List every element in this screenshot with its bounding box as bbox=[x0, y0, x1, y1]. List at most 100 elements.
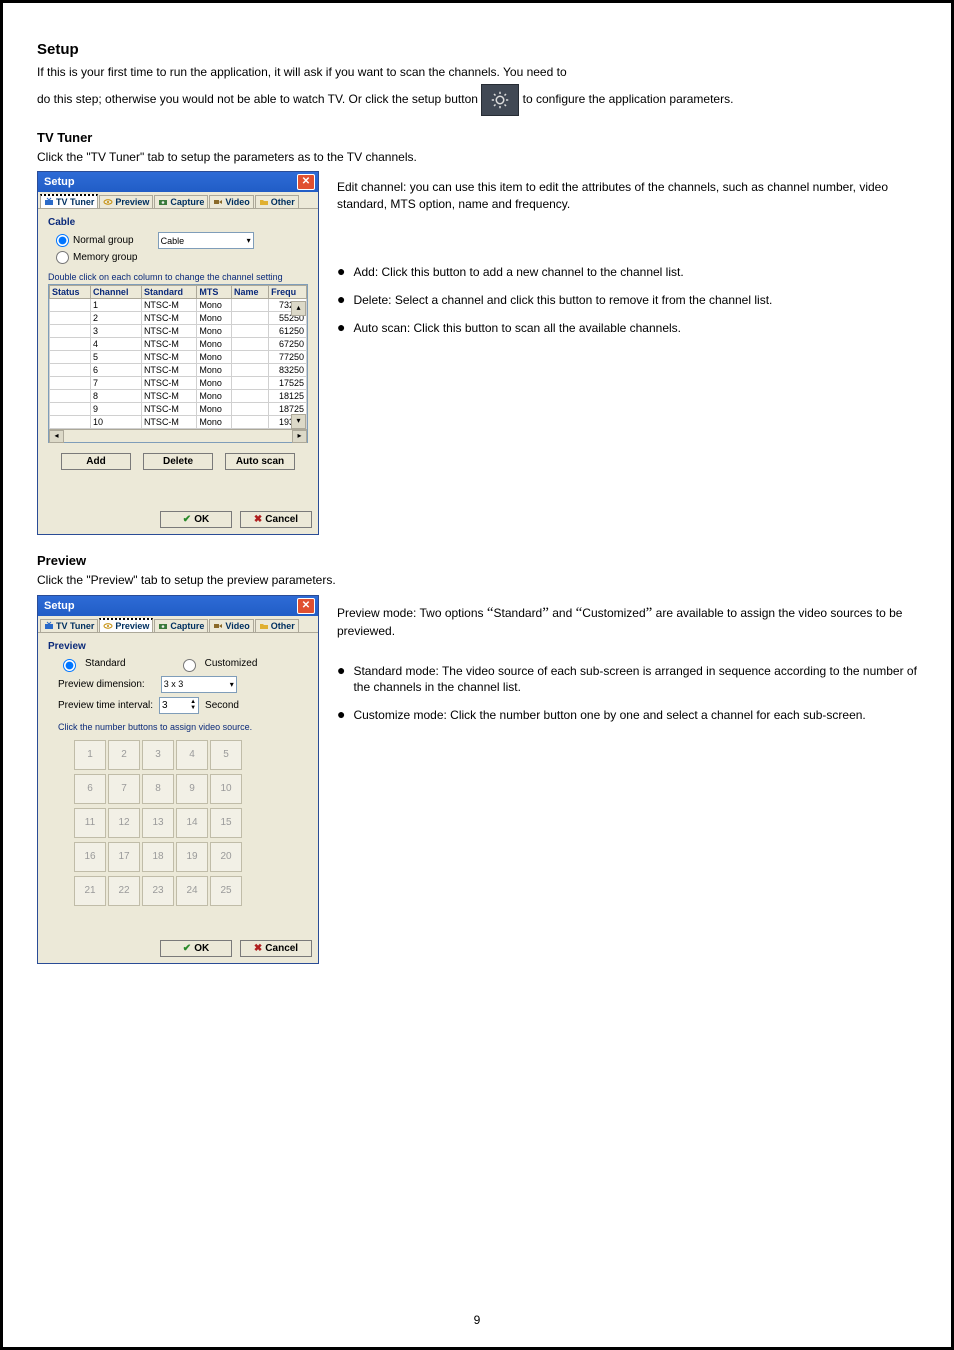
preview-cell[interactable]: 25 bbox=[210, 876, 242, 906]
radio-memory-group[interactable] bbox=[56, 251, 69, 264]
cell[interactable]: NTSC-M bbox=[141, 403, 196, 416]
cell[interactable] bbox=[231, 377, 268, 390]
preview-cell[interactable]: 1 bbox=[74, 740, 106, 770]
cell[interactable]: 3 bbox=[90, 325, 141, 338]
col-channel[interactable]: Channel bbox=[90, 286, 141, 299]
col-status[interactable]: Status bbox=[50, 286, 91, 299]
preview-cell[interactable]: 17 bbox=[108, 842, 140, 872]
preview-cell[interactable]: 3 bbox=[142, 740, 174, 770]
cell[interactable]: Mono bbox=[197, 403, 232, 416]
cell[interactable]: Mono bbox=[197, 325, 232, 338]
table-row[interactable]: 3NTSC-MMono 61250 bbox=[50, 325, 307, 338]
cell[interactable]: Mono bbox=[197, 351, 232, 364]
preview-cell[interactable]: 22 bbox=[108, 876, 140, 906]
interval-spinner[interactable]: 3 ▲▼ bbox=[159, 697, 199, 714]
preview-cell[interactable]: 12 bbox=[108, 808, 140, 838]
table-row[interactable]: 1NTSC-MMono73250 bbox=[50, 299, 307, 312]
channel-table[interactable]: Status Channel Standard MTS Name Frequ 1… bbox=[49, 285, 307, 429]
col-mts[interactable]: MTS bbox=[197, 286, 232, 299]
cell[interactable]: Mono bbox=[197, 377, 232, 390]
tab-tv-tuner[interactable]: TV Tuner bbox=[40, 619, 98, 632]
radio-standard[interactable] bbox=[63, 659, 76, 672]
table-row[interactable]: 5NTSC-MMono77250 bbox=[50, 351, 307, 364]
scroll-left[interactable]: ◂ bbox=[49, 430, 64, 443]
preview-cell[interactable]: 13 bbox=[142, 808, 174, 838]
cell[interactable] bbox=[50, 338, 91, 351]
cell[interactable]: NTSC-M bbox=[141, 364, 196, 377]
cell[interactable]: Mono bbox=[197, 312, 232, 325]
delete-button[interactable]: Delete bbox=[143, 453, 213, 470]
cell[interactable]: NTSC-M bbox=[141, 325, 196, 338]
preview-cell[interactable]: 14 bbox=[176, 808, 208, 838]
tab-capture[interactable]: Capture bbox=[154, 619, 208, 632]
cell[interactable]: Mono bbox=[197, 364, 232, 377]
cell[interactable]: 5 bbox=[90, 351, 141, 364]
preview-cell[interactable]: 4 bbox=[176, 740, 208, 770]
cell[interactable]: NTSC-M bbox=[141, 377, 196, 390]
tab-video[interactable]: Video bbox=[209, 619, 253, 632]
table-row[interactable]: 9NTSC-MMono18725 bbox=[50, 403, 307, 416]
preview-cell[interactable]: 7 bbox=[108, 774, 140, 804]
close-icon[interactable]: ✕ bbox=[297, 598, 315, 614]
cell[interactable] bbox=[50, 351, 91, 364]
cell[interactable]: 83250 bbox=[269, 364, 307, 377]
col-standard[interactable]: Standard bbox=[141, 286, 196, 299]
preview-cell[interactable]: 10 bbox=[210, 774, 242, 804]
cell[interactable] bbox=[50, 377, 91, 390]
cell[interactable]: 8 bbox=[90, 390, 141, 403]
cell[interactable] bbox=[231, 338, 268, 351]
cell[interactable]: 61250 bbox=[269, 325, 307, 338]
scroll-right[interactable]: ▸ bbox=[292, 430, 307, 443]
cell[interactable] bbox=[50, 325, 91, 338]
cell[interactable] bbox=[50, 416, 91, 429]
cell[interactable]: 10 bbox=[90, 416, 141, 429]
preview-cell[interactable]: 19 bbox=[176, 842, 208, 872]
preview-cell[interactable]: 8 bbox=[142, 774, 174, 804]
cell[interactable]: NTSC-M bbox=[141, 390, 196, 403]
cell[interactable] bbox=[50, 312, 91, 325]
cell[interactable]: 7 bbox=[90, 377, 141, 390]
cell[interactable]: NTSC-M bbox=[141, 299, 196, 312]
cell[interactable]: 4 bbox=[90, 338, 141, 351]
cell[interactable] bbox=[231, 364, 268, 377]
preview-cell[interactable]: 23 bbox=[142, 876, 174, 906]
scroll-down[interactable]: ▾ bbox=[291, 414, 306, 429]
cell[interactable]: NTSC-M bbox=[141, 338, 196, 351]
preview-cell[interactable]: 16 bbox=[74, 842, 106, 872]
radio-customized[interactable] bbox=[183, 659, 196, 672]
cell[interactable]: Mono bbox=[197, 390, 232, 403]
col-name[interactable]: Name bbox=[231, 286, 268, 299]
preview-cell[interactable]: 18 bbox=[142, 842, 174, 872]
tab-preview[interactable]: Preview bbox=[99, 618, 153, 632]
cell[interactable]: 6 bbox=[90, 364, 141, 377]
preview-cell[interactable]: 20 bbox=[210, 842, 242, 872]
cell[interactable]: 67250 bbox=[269, 338, 307, 351]
preview-cell[interactable]: 6 bbox=[74, 774, 106, 804]
cell[interactable]: NTSC-M bbox=[141, 351, 196, 364]
preview-cell[interactable]: 15 bbox=[210, 808, 242, 838]
table-row[interactable]: 2NTSC-MMono55250 bbox=[50, 312, 307, 325]
cell[interactable]: 18125 bbox=[269, 390, 307, 403]
cell[interactable] bbox=[50, 390, 91, 403]
preview-cell[interactable]: 5 bbox=[210, 740, 242, 770]
cell[interactable]: 17525 bbox=[269, 377, 307, 390]
preview-cell[interactable]: 9 bbox=[176, 774, 208, 804]
cell[interactable]: NTSC-M bbox=[141, 416, 196, 429]
tab-capture[interactable]: Capture bbox=[154, 195, 208, 208]
tab-tv-tuner[interactable]: TV Tuner bbox=[40, 194, 98, 208]
cell[interactable]: Mono bbox=[197, 338, 232, 351]
dim-combo[interactable]: 3 x 3 ▾ bbox=[161, 676, 237, 693]
table-row[interactable]: 4NTSC-MMono 67250 bbox=[50, 338, 307, 351]
close-icon[interactable]: ✕ bbox=[297, 174, 315, 190]
tab-other[interactable]: Other bbox=[255, 195, 299, 208]
scroll-up[interactable]: ▴ bbox=[291, 301, 306, 316]
cell[interactable] bbox=[50, 403, 91, 416]
table-row[interactable]: 7NTSC-MMono 17525 bbox=[50, 377, 307, 390]
tab-other[interactable]: Other bbox=[255, 619, 299, 632]
tab-preview[interactable]: Preview bbox=[99, 195, 153, 208]
preview-cell[interactable]: 2 bbox=[108, 740, 140, 770]
cell[interactable]: 1 bbox=[90, 299, 141, 312]
col-freq[interactable]: Frequ bbox=[269, 286, 307, 299]
preview-cell[interactable]: 11 bbox=[74, 808, 106, 838]
cell[interactable]: 9 bbox=[90, 403, 141, 416]
